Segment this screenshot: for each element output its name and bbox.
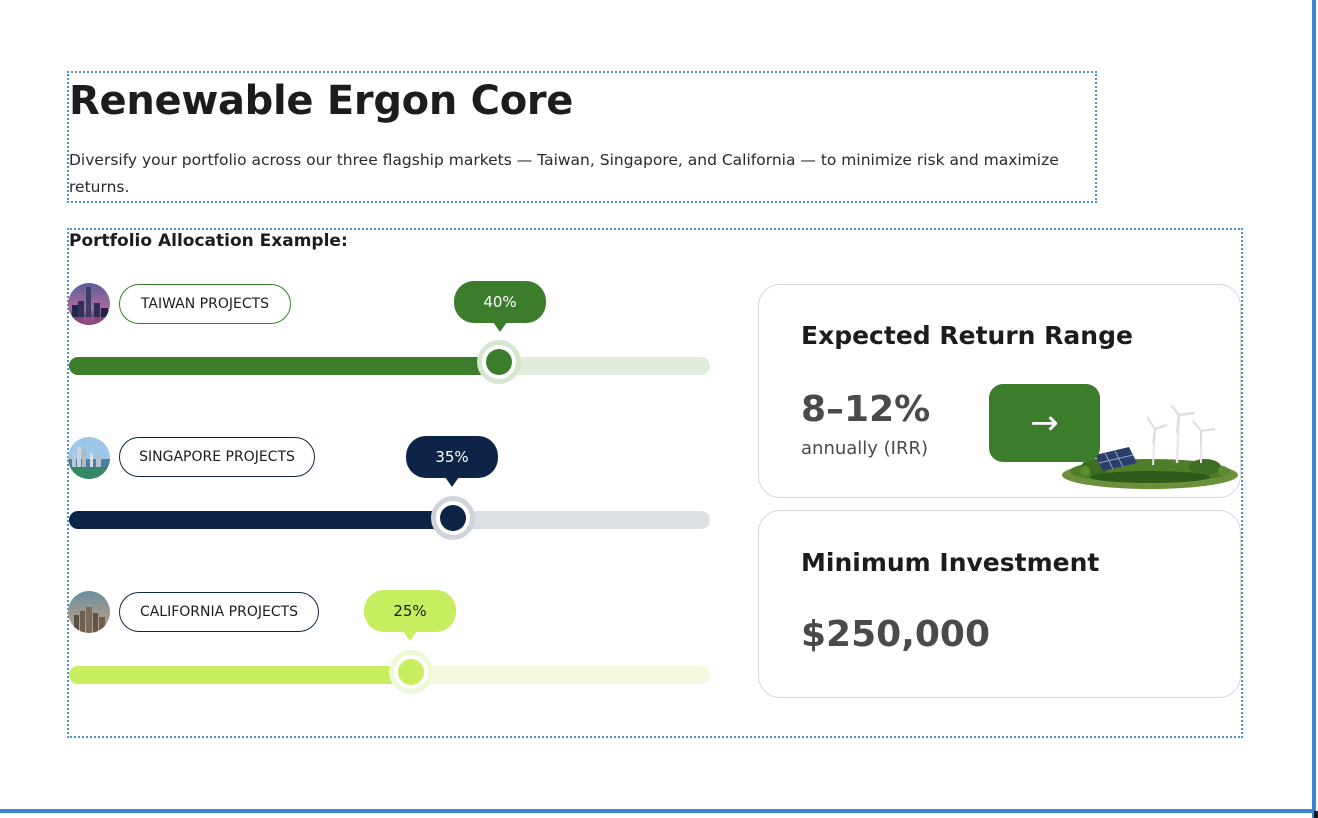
bubble-taiwan: 40% (454, 281, 546, 332)
bubble-singapore-label: 35% (435, 448, 469, 466)
slider-thumb-california-dot (398, 659, 424, 685)
page-frame-bottom (0, 809, 1316, 813)
return-card: Expected Return Range 8–12% annually (IR… (758, 284, 1241, 498)
slider-thumb-taiwan-dot (486, 349, 512, 375)
slider-fill-singapore (69, 511, 454, 529)
page-frame-corner (1314, 811, 1318, 818)
slider-thumb-california[interactable] (389, 650, 433, 694)
investment-card: Minimum Investment $250,000 (758, 510, 1241, 698)
slider-thumb-singapore[interactable] (431, 496, 475, 540)
pill-taiwan-label: TAIWAN PROJECTS (140, 296, 270, 312)
california-avatar (68, 591, 110, 633)
slider-fill-california (69, 666, 409, 684)
slider-thumb-taiwan[interactable] (477, 340, 521, 384)
return-card-title: Expected Return Range (801, 321, 1133, 350)
slider-track-taiwan[interactable] (69, 357, 710, 375)
pill-singapore-label: SINGAPORE PROJECTS (139, 449, 295, 465)
bubble-taiwan-label: 40% (483, 293, 517, 311)
investment-card-title: Minimum Investment (801, 548, 1100, 577)
slider-thumb-singapore-dot (440, 505, 466, 531)
arrow-right-icon: → (1030, 403, 1059, 443)
pill-california[interactable]: CALIFORNIA PROJECTS (119, 592, 319, 632)
page-frame-right (1312, 0, 1316, 818)
return-value: 8–12% (801, 389, 931, 430)
taiwan-avatar (68, 283, 110, 325)
slider-fill-taiwan (69, 357, 499, 375)
bubble-california: 25% (364, 590, 456, 641)
bubble-california-label: 25% (393, 602, 427, 620)
bubble-singapore: 35% (406, 436, 498, 487)
return-arrow-button[interactable]: → (989, 384, 1100, 462)
investment-value: $250,000 (801, 614, 991, 655)
page-title: Renewable Ergon Core (69, 78, 574, 124)
return-caption: annually (IRR) (801, 438, 929, 459)
slider-track-singapore[interactable] (69, 511, 710, 529)
pill-taiwan[interactable]: TAIWAN PROJECTS (119, 284, 291, 324)
page-subtitle: Diversify your portfolio across our thre… (69, 151, 1059, 196)
singapore-avatar (68, 437, 110, 479)
pill-california-label: CALIFORNIA PROJECTS (139, 604, 299, 620)
pill-singapore[interactable]: SINGAPORE PROJECTS (119, 437, 315, 477)
allocation-label: Portfolio Allocation Example: (69, 231, 348, 251)
